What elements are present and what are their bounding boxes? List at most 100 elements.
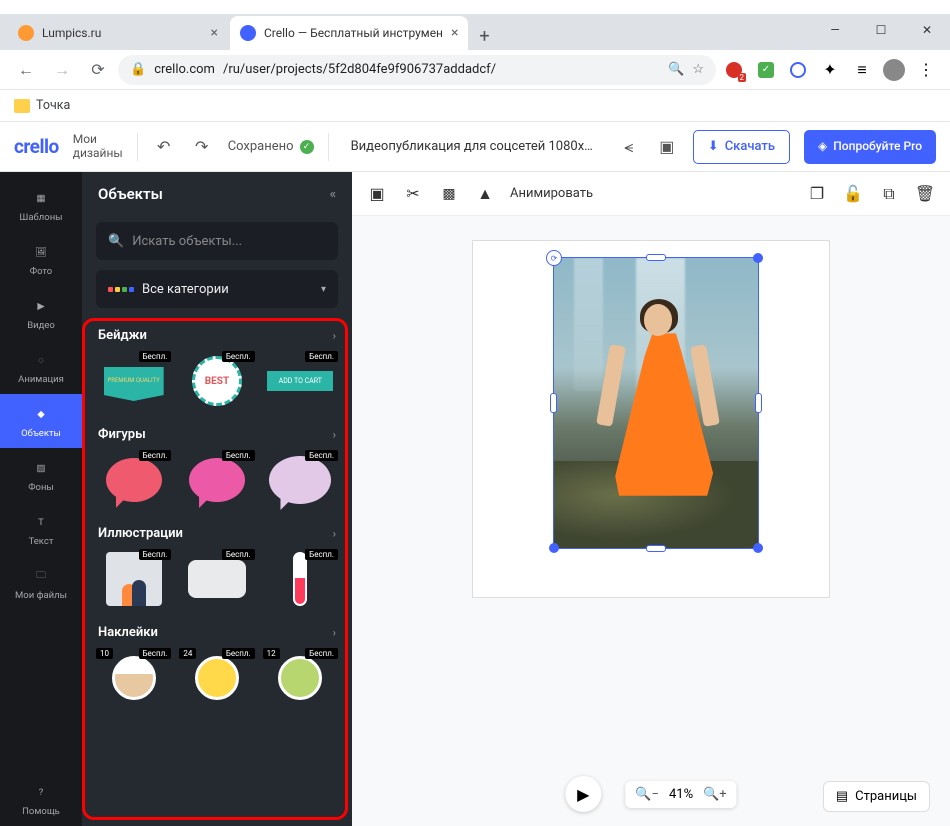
browser-menu-icon[interactable]: ⋮ [912, 56, 940, 84]
resize-handle[interactable] [753, 253, 763, 263]
resize-handle[interactable] [646, 545, 666, 552]
window-close[interactable]: ✕ [904, 14, 950, 46]
resize-handle[interactable] [646, 254, 666, 261]
object-shape[interactable]: Беспл. [263, 450, 338, 510]
collapse-panel-icon[interactable]: « [330, 187, 336, 202]
app-header: crello Мои дизайны ↶ ↷ Сохранено ✓ Видео… [0, 122, 950, 172]
object-badge[interactable]: PREMIUM QUALITYБеспл. [96, 351, 171, 411]
layers-icon[interactable]: ❐ [806, 183, 828, 205]
animate-button[interactable]: Анимировать [510, 186, 593, 201]
resize-handle[interactable] [753, 543, 763, 553]
present-icon[interactable]: ▣ [655, 135, 679, 159]
profile-avatar[interactable] [880, 56, 908, 84]
share-icon[interactable]: ⪪ [617, 135, 641, 159]
category-dropdown[interactable]: Все категории ▾ [96, 270, 338, 308]
text-icon: T [30, 511, 52, 533]
zoom-in-icon[interactable]: 🔍+ [703, 787, 727, 802]
zoom-value[interactable]: 41% [669, 787, 693, 802]
object-shape[interactable]: Беспл. [96, 450, 171, 510]
chevron-down-icon: ▾ [321, 284, 326, 295]
canvas-viewport[interactable]: ⟳ ▶ 🔍− 41% 🔍+ ▤ [352, 216, 950, 826]
download-icon: ⬇ [708, 139, 719, 154]
play-button[interactable]: ▶ [565, 776, 601, 812]
browser-tab[interactable]: Lumpics.ru × [8, 16, 228, 50]
frame-icon[interactable]: ▣ [366, 183, 388, 205]
pages-icon: ▤ [836, 789, 848, 804]
zoom-out-icon[interactable]: 🔍− [635, 787, 659, 802]
object-illustration[interactable]: Беспл. [179, 549, 254, 609]
rail-text[interactable]: TТекст [0, 502, 82, 556]
crop-icon[interactable]: ✂ [402, 183, 424, 205]
rail-templates[interactable]: ▦Шаблоны [0, 178, 82, 232]
objects-panel: Объекты « 🔍 Искать объекты... Все катего… [82, 172, 352, 826]
selection-box[interactable]: ⟳ [553, 257, 759, 549]
object-shape[interactable]: Беспл. [179, 450, 254, 510]
object-badge[interactable]: BESTБеспл. [179, 351, 254, 411]
window-minimize[interactable]: — [812, 14, 858, 46]
lock-icon: 🔒 [130, 62, 146, 77]
section-illustrations[interactable]: Иллюстрации› [82, 520, 352, 549]
section-badges[interactable]: Бейджи› [82, 322, 352, 351]
effects-icon[interactable]: ▩ [438, 183, 460, 205]
try-pro-button[interactable]: ◈ Попробуйте Pro [804, 130, 936, 164]
section-stickers[interactable]: Наклейки› [82, 619, 352, 648]
search-input[interactable]: 🔍 Искать объекты... [96, 222, 338, 260]
delete-icon[interactable]: 🗑 [914, 183, 936, 205]
chevron-right-icon: › [333, 626, 336, 639]
extension-icon[interactable] [784, 56, 812, 84]
design-title-input[interactable]: Видеопубликация для соцсетей 1080x10... [343, 133, 603, 160]
object-sticker[interactable]: 12Беспл. [263, 648, 338, 708]
help-icon: ? [30, 781, 52, 803]
pages-button[interactable]: ▤ Страницы [823, 781, 930, 812]
close-icon[interactable]: × [211, 25, 218, 41]
canvas-page[interactable]: ⟳ [472, 240, 830, 598]
rail-animation[interactable]: ◌Анимация [0, 340, 82, 394]
folder-icon: 🗀 [30, 565, 52, 587]
nav-back-icon[interactable]: ← [10, 54, 42, 86]
flip-icon[interactable]: ▲ [474, 183, 496, 205]
extensions-menu-icon[interactable]: ✦ [816, 56, 844, 84]
app-logo[interactable]: crello [14, 135, 59, 158]
rail-video[interactable]: ▶Видео [0, 286, 82, 340]
nav-reload-icon[interactable]: ⟳ [82, 54, 114, 86]
extension-icon[interactable]: ✓ [752, 56, 780, 84]
browser-tab-active[interactable]: Crello — Бесплатный инструмен × [230, 16, 468, 50]
bookmark-star-icon[interactable]: ☆ [692, 62, 704, 77]
window-maximize[interactable]: ☐ [858, 14, 904, 46]
bookmarks-bar: Точка [0, 90, 950, 122]
nav-forward-icon[interactable]: → [46, 54, 78, 86]
canvas-bottom-bar: ▶ 🔍− 41% 🔍+ [565, 776, 736, 812]
bookmark-item[interactable]: Точка [36, 98, 70, 113]
new-tab-button[interactable]: + [470, 22, 498, 50]
rail-myfiles[interactable]: 🗀Мои файлы [0, 556, 82, 610]
section-shapes[interactable]: Фигуры› [82, 421, 352, 450]
my-designs-link[interactable]: Мои дизайны [73, 133, 123, 159]
cloud-saved-icon: ✓ [300, 140, 314, 154]
download-button[interactable]: ⬇ Скачать [693, 130, 790, 164]
zoom-control: 🔍− 41% 🔍+ [625, 781, 736, 808]
object-sections: Бейджи› PREMIUM QUALITYБеспл. BESTБеспл.… [82, 316, 352, 826]
object-illustration[interactable]: Беспл. [96, 549, 171, 609]
object-badge[interactable]: ADD TO CARTБеспл. [263, 351, 338, 411]
rail-help[interactable]: ?Помощь [0, 772, 82, 826]
object-sticker[interactable]: 10Беспл. [96, 648, 171, 708]
undo-icon[interactable]: ↶ [152, 135, 176, 159]
resize-handle[interactable] [550, 393, 557, 413]
extension-icon[interactable]: 2 [720, 56, 748, 84]
selected-image[interactable] [554, 258, 758, 548]
redo-icon[interactable]: ↷ [190, 135, 214, 159]
close-icon[interactable]: × [451, 25, 458, 41]
rail-photo[interactable]: 🖼Фото [0, 232, 82, 286]
rotate-handle-icon[interactable]: ⟳ [546, 250, 562, 266]
rail-objects[interactable]: ◆Объекты [0, 394, 82, 448]
url-input[interactable]: 🔒 crello.com/ru/user/projects/5f2d804fe9… [118, 55, 716, 85]
rail-backgrounds[interactable]: ▨Фоны [0, 448, 82, 502]
duplicate-icon[interactable]: ⧉ [878, 183, 900, 205]
object-illustration[interactable]: Беспл. [263, 549, 338, 609]
reading-list-icon[interactable]: ≡ [848, 56, 876, 84]
lock-icon[interactable]: 🔓 [842, 183, 864, 205]
resize-handle[interactable] [549, 543, 559, 553]
search-in-page-icon[interactable]: 🔍 [668, 62, 684, 77]
object-sticker[interactable]: 24Беспл. [179, 648, 254, 708]
resize-handle[interactable] [755, 393, 762, 413]
